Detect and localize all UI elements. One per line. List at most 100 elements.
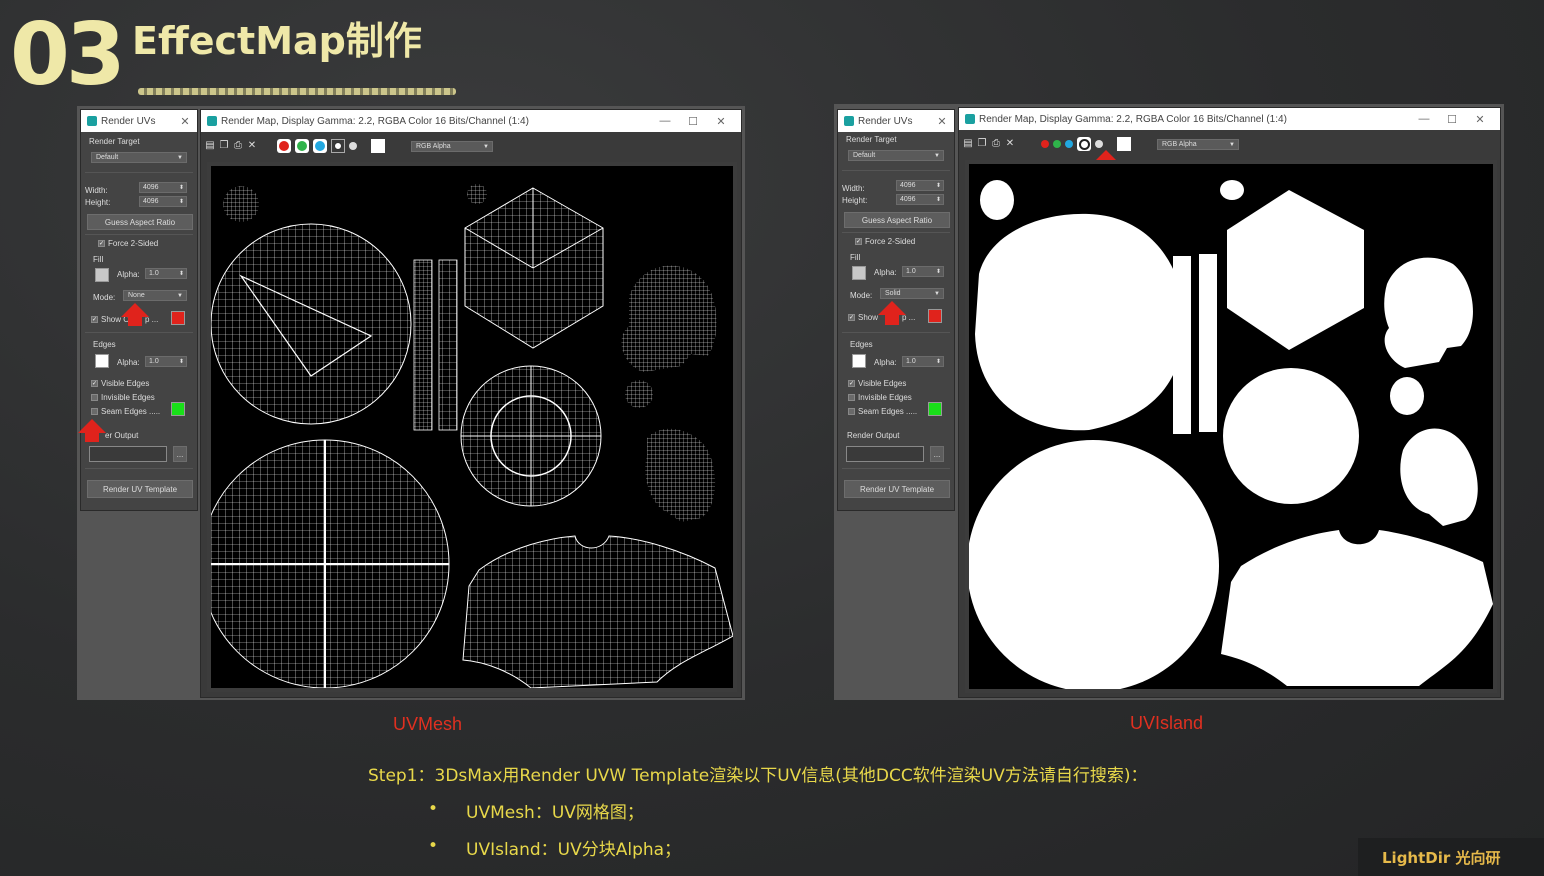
height-label: Height: xyxy=(842,196,868,205)
spinner-arrows-icon: ⬍ xyxy=(178,199,184,205)
spinner-arrows-icon: ⬍ xyxy=(935,359,941,365)
invisible-edges-checkbox[interactable] xyxy=(848,394,855,401)
bullet-uvmesh: UVMesh：UV网格图； xyxy=(466,803,644,823)
render-target-select[interactable]: Default ▼ xyxy=(848,150,944,161)
overlap-color-swatch[interactable] xyxy=(171,311,185,325)
uv-island xyxy=(1390,377,1424,415)
spinner-arrows-icon: ⬍ xyxy=(935,269,941,275)
save-icon[interactable]: ▤ xyxy=(205,141,215,151)
channel-select[interactable]: RGB Alpha ▼ xyxy=(411,140,493,152)
seam-edges-checkbox[interactable] xyxy=(91,408,98,415)
maximize-icon[interactable]: ☐ xyxy=(679,115,707,128)
close-icon[interactable]: ✕ xyxy=(1466,113,1494,126)
green-dot-icon xyxy=(297,141,307,151)
edges-alpha-spinner[interactable]: 1.0 ⬍ xyxy=(902,356,944,367)
invisible-edges-checkbox[interactable] xyxy=(91,394,98,401)
overlap-color-swatch[interactable] xyxy=(928,309,942,323)
width-value: 4096 xyxy=(900,182,916,189)
green-channel-toggle[interactable] xyxy=(1053,140,1061,148)
visible-edges-checkbox[interactable]: ✓ xyxy=(91,380,98,387)
render-output-field[interactable] xyxy=(846,446,924,462)
close-icon[interactable]: ✕ xyxy=(179,115,191,128)
fill-color-swatch[interactable] xyxy=(95,268,109,282)
uv-island xyxy=(1221,530,1493,686)
fill-label: Fill xyxy=(850,253,861,262)
height-spinner[interactable]: 4096 ⬍ xyxy=(139,196,187,207)
width-spinner[interactable]: 4096 ⬍ xyxy=(896,180,944,191)
blue-channel-toggle[interactable] xyxy=(1065,140,1073,148)
save-icon[interactable]: ▤ xyxy=(963,139,973,149)
height-spinner[interactable]: 4096 ⬍ xyxy=(896,194,944,205)
minimize-icon[interactable]: — xyxy=(651,115,679,127)
mono-toggle-icon[interactable] xyxy=(1095,140,1103,148)
edges-color-swatch[interactable] xyxy=(95,354,109,368)
mode-select[interactable]: Solid ▼ xyxy=(880,288,944,299)
clear-icon[interactable]: ✕ xyxy=(247,141,257,151)
spinner-arrows-icon: ⬍ xyxy=(935,183,941,189)
seam-edges-label: Seam Edges ..... xyxy=(858,407,918,416)
minimize-icon[interactable]: — xyxy=(1410,113,1438,125)
caption-uvisland: UVIsland xyxy=(1130,713,1204,733)
uv-island-viewport[interactable] xyxy=(965,160,1497,693)
width-spinner[interactable]: 4096 ⬍ xyxy=(139,182,187,193)
show-overlap-label: Show xyxy=(858,313,879,322)
render-map-window: Render Map, Display Gamma: 2.2, RGBA Col… xyxy=(958,107,1501,698)
maximize-icon[interactable]: ☐ xyxy=(1438,113,1466,126)
seam-color-swatch[interactable] xyxy=(928,402,942,416)
visible-edges-label: Visible Edges xyxy=(858,379,907,388)
copy-icon[interactable]: ❐ xyxy=(219,141,229,151)
force-two-sided-label: Force 2-Sided xyxy=(108,239,159,248)
max-app-icon xyxy=(87,116,97,126)
channel-select[interactable]: RGB Alpha ▼ xyxy=(1157,138,1239,150)
red-channel-toggle[interactable] xyxy=(1041,140,1049,148)
guess-aspect-ratio-button[interactable]: Guess Aspect Ratio xyxy=(844,212,950,228)
divider xyxy=(842,332,950,333)
green-channel-toggle[interactable] xyxy=(295,139,309,153)
mode-select[interactable]: None ▼ xyxy=(123,290,187,301)
visible-edges-checkbox[interactable]: ✓ xyxy=(848,380,855,387)
render-uv-template-button[interactable]: Render UV Template xyxy=(87,480,193,498)
max-app-icon xyxy=(844,116,854,126)
uv-island xyxy=(625,380,653,408)
edges-alpha-spinner[interactable]: 1.0 ⬍ xyxy=(145,356,187,367)
uv-mesh-viewport[interactable] xyxy=(207,162,737,692)
show-overlap-checkbox[interactable]: ✓ xyxy=(91,316,98,323)
edges-color-swatch[interactable] xyxy=(852,354,866,368)
render-uv-template-button[interactable]: Render UV Template xyxy=(844,480,950,498)
edges-alpha-label: Alpha: xyxy=(117,358,140,367)
alpha-channel-toggle[interactable] xyxy=(331,139,345,153)
force-two-sided-checkbox[interactable]: ✓ xyxy=(98,240,105,247)
alpha-channel-toggle[interactable] xyxy=(1077,137,1091,151)
render-target-select[interactable]: Default ▼ xyxy=(91,152,187,163)
seam-color-swatch[interactable] xyxy=(171,402,185,416)
blue-channel-toggle[interactable] xyxy=(313,139,327,153)
mode-label: Mode: xyxy=(850,291,873,300)
background-swatch[interactable] xyxy=(371,139,385,153)
guess-aspect-ratio-button[interactable]: Guess Aspect Ratio xyxy=(87,214,193,230)
browse-button[interactable]: ... xyxy=(173,446,187,462)
print-icon[interactable]: ⎙ xyxy=(233,141,243,151)
show-overlap-checkbox[interactable]: ✓ xyxy=(848,314,855,321)
fill-alpha-spinner[interactable]: 1.0 ⬍ xyxy=(902,266,944,277)
print-icon[interactable]: ⎙ xyxy=(991,139,1001,149)
background-swatch[interactable] xyxy=(1117,137,1131,151)
close-icon[interactable]: ✕ xyxy=(707,115,735,128)
fill-alpha-spinner[interactable]: 1.0 ⬍ xyxy=(145,268,187,279)
force-two-sided-label: Force 2-Sided xyxy=(865,237,916,246)
render-output-field[interactable] xyxy=(89,446,167,462)
copy-icon[interactable]: ❐ xyxy=(977,139,987,149)
close-icon[interactable]: ✕ xyxy=(936,115,948,128)
clear-icon[interactable]: ✕ xyxy=(1005,139,1015,149)
render-map-window: Render Map, Display Gamma: 2.2, RGBA Col… xyxy=(200,109,742,698)
render-uvs-panel: Render UVs ✕ Render Target Default ▼ Widt… xyxy=(78,109,198,511)
mono-toggle-icon[interactable] xyxy=(349,142,357,150)
fill-color-swatch[interactable] xyxy=(852,266,866,280)
force-two-sided-checkbox[interactable]: ✓ xyxy=(855,238,862,245)
red-channel-toggle[interactable] xyxy=(277,139,291,153)
channel-value: RGB Alpha xyxy=(1162,140,1197,148)
uv-island xyxy=(1220,180,1244,200)
browse-button[interactable]: ... xyxy=(930,446,944,462)
alpha-dot-icon xyxy=(1078,138,1090,150)
spinner-arrows-icon: ⬍ xyxy=(935,197,941,203)
seam-edges-checkbox[interactable] xyxy=(848,408,855,415)
